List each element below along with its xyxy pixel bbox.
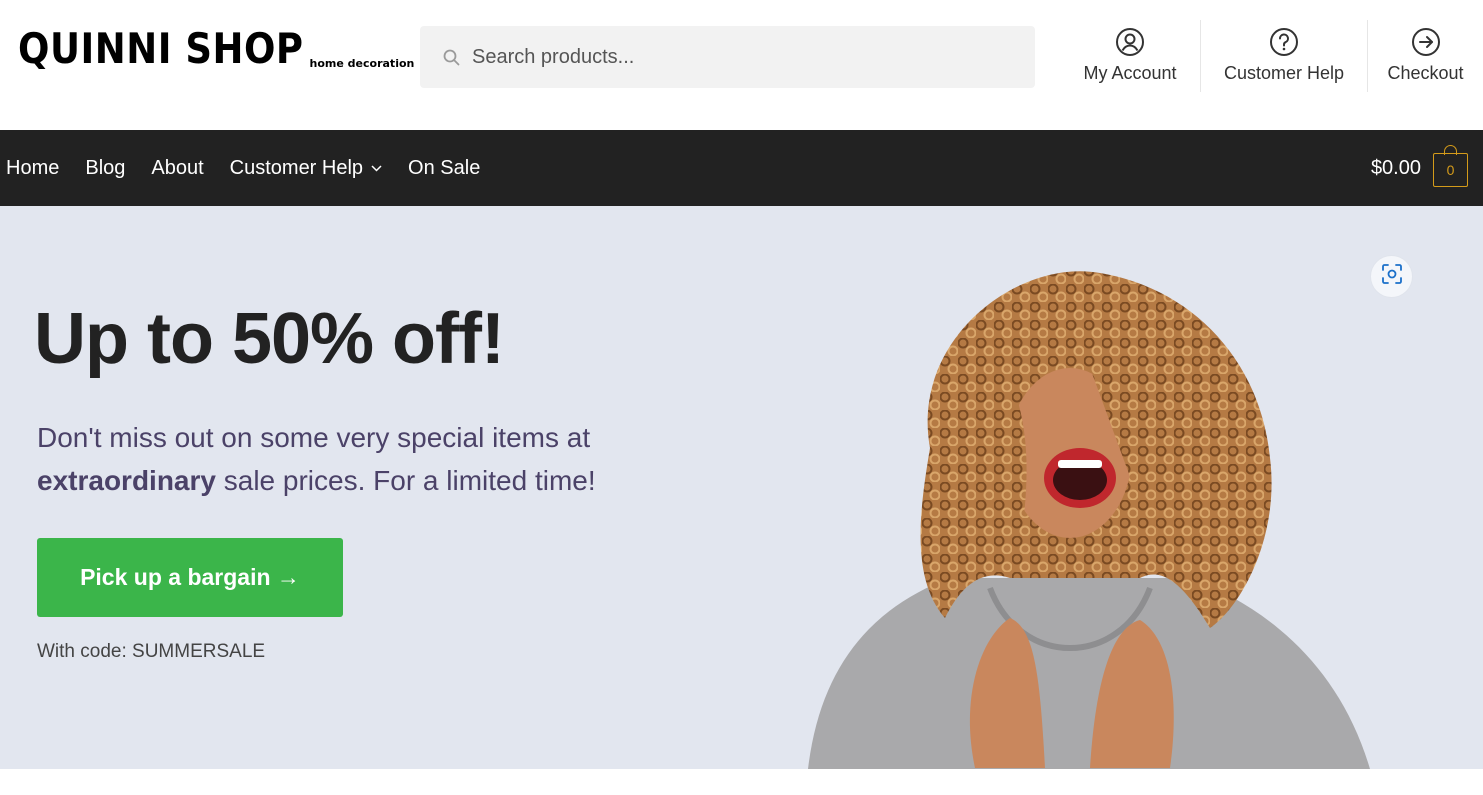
hero-banner: Up to 50% off! Don't miss out on some ve…: [0, 206, 1483, 769]
nav-item-label: Home: [6, 156, 60, 179]
hero-description: Don't miss out on some very special item…: [37, 416, 657, 502]
user-circle-icon: [1115, 27, 1145, 57]
shopping-bag-icon: 0: [1433, 144, 1468, 187]
my-account-link[interactable]: My Account: [1060, 20, 1200, 92]
search-input[interactable]: [472, 45, 1012, 69]
my-account-label: My Account: [1083, 63, 1177, 83]
customer-help-label: Customer Help: [1223, 63, 1345, 83]
nav-item-on-sale[interactable]: On Sale: [408, 157, 480, 180]
pick-up-bargain-button[interactable]: Pick up a bargain →: [37, 538, 343, 617]
header-links: My Account Customer Help Checkout: [1060, 20, 1483, 92]
search-bar: [420, 26, 1035, 88]
hero-title: Up to 50% off!: [34, 299, 505, 379]
nav-item-blog[interactable]: Blog: [85, 157, 125, 180]
site-logo[interactable]: QUINNI SHOP home decoration: [18, 25, 415, 74]
search-icon: [442, 48, 460, 66]
hero-desc-emphasis: extraordinary: [37, 465, 216, 496]
scan-icon: [1381, 263, 1403, 290]
question-circle-icon: [1269, 27, 1299, 57]
nav-item-customer-help[interactable]: Customer Help: [230, 157, 382, 180]
cart-total: $0.00: [1370, 156, 1421, 179]
hero-photo: [808, 271, 1370, 769]
logo-tagline: home decoration: [309, 57, 415, 70]
arrow-right-circle-icon: [1411, 27, 1441, 57]
page-below-fold: [0, 769, 1483, 795]
hero-desc-text: Don't miss out on some very special item…: [37, 422, 591, 453]
checkout-label: Checkout: [1387, 63, 1464, 83]
visual-search-button[interactable]: [1371, 256, 1412, 297]
nav-item-label: On Sale: [408, 156, 481, 179]
cart-button[interactable]: $0.00 0: [1371, 130, 1468, 206]
logo-title: QUINNI SHOP: [18, 24, 304, 73]
nav-item-label: About: [151, 156, 204, 179]
nav-item-label: Customer Help: [229, 156, 364, 179]
chevron-down-icon: [371, 164, 382, 172]
hero-desc-text-end: sale prices. For a limited time!: [215, 465, 596, 496]
nav-item-about[interactable]: About: [151, 157, 203, 180]
nav-item-label: Blog: [85, 156, 126, 179]
checkout-link[interactable]: Checkout: [1368, 20, 1483, 92]
promo-code-note: With code: SUMMERSALE: [37, 641, 266, 662]
nav-item-home[interactable]: Home: [6, 157, 59, 180]
customer-help-link[interactable]: Customer Help: [1200, 20, 1368, 92]
cart-count: 0: [1446, 161, 1455, 178]
site-header: QUINNI SHOP home decoration My Account C…: [0, 0, 1483, 130]
primary-nav: Home Blog About Customer Help On Sale $0…: [0, 130, 1483, 206]
